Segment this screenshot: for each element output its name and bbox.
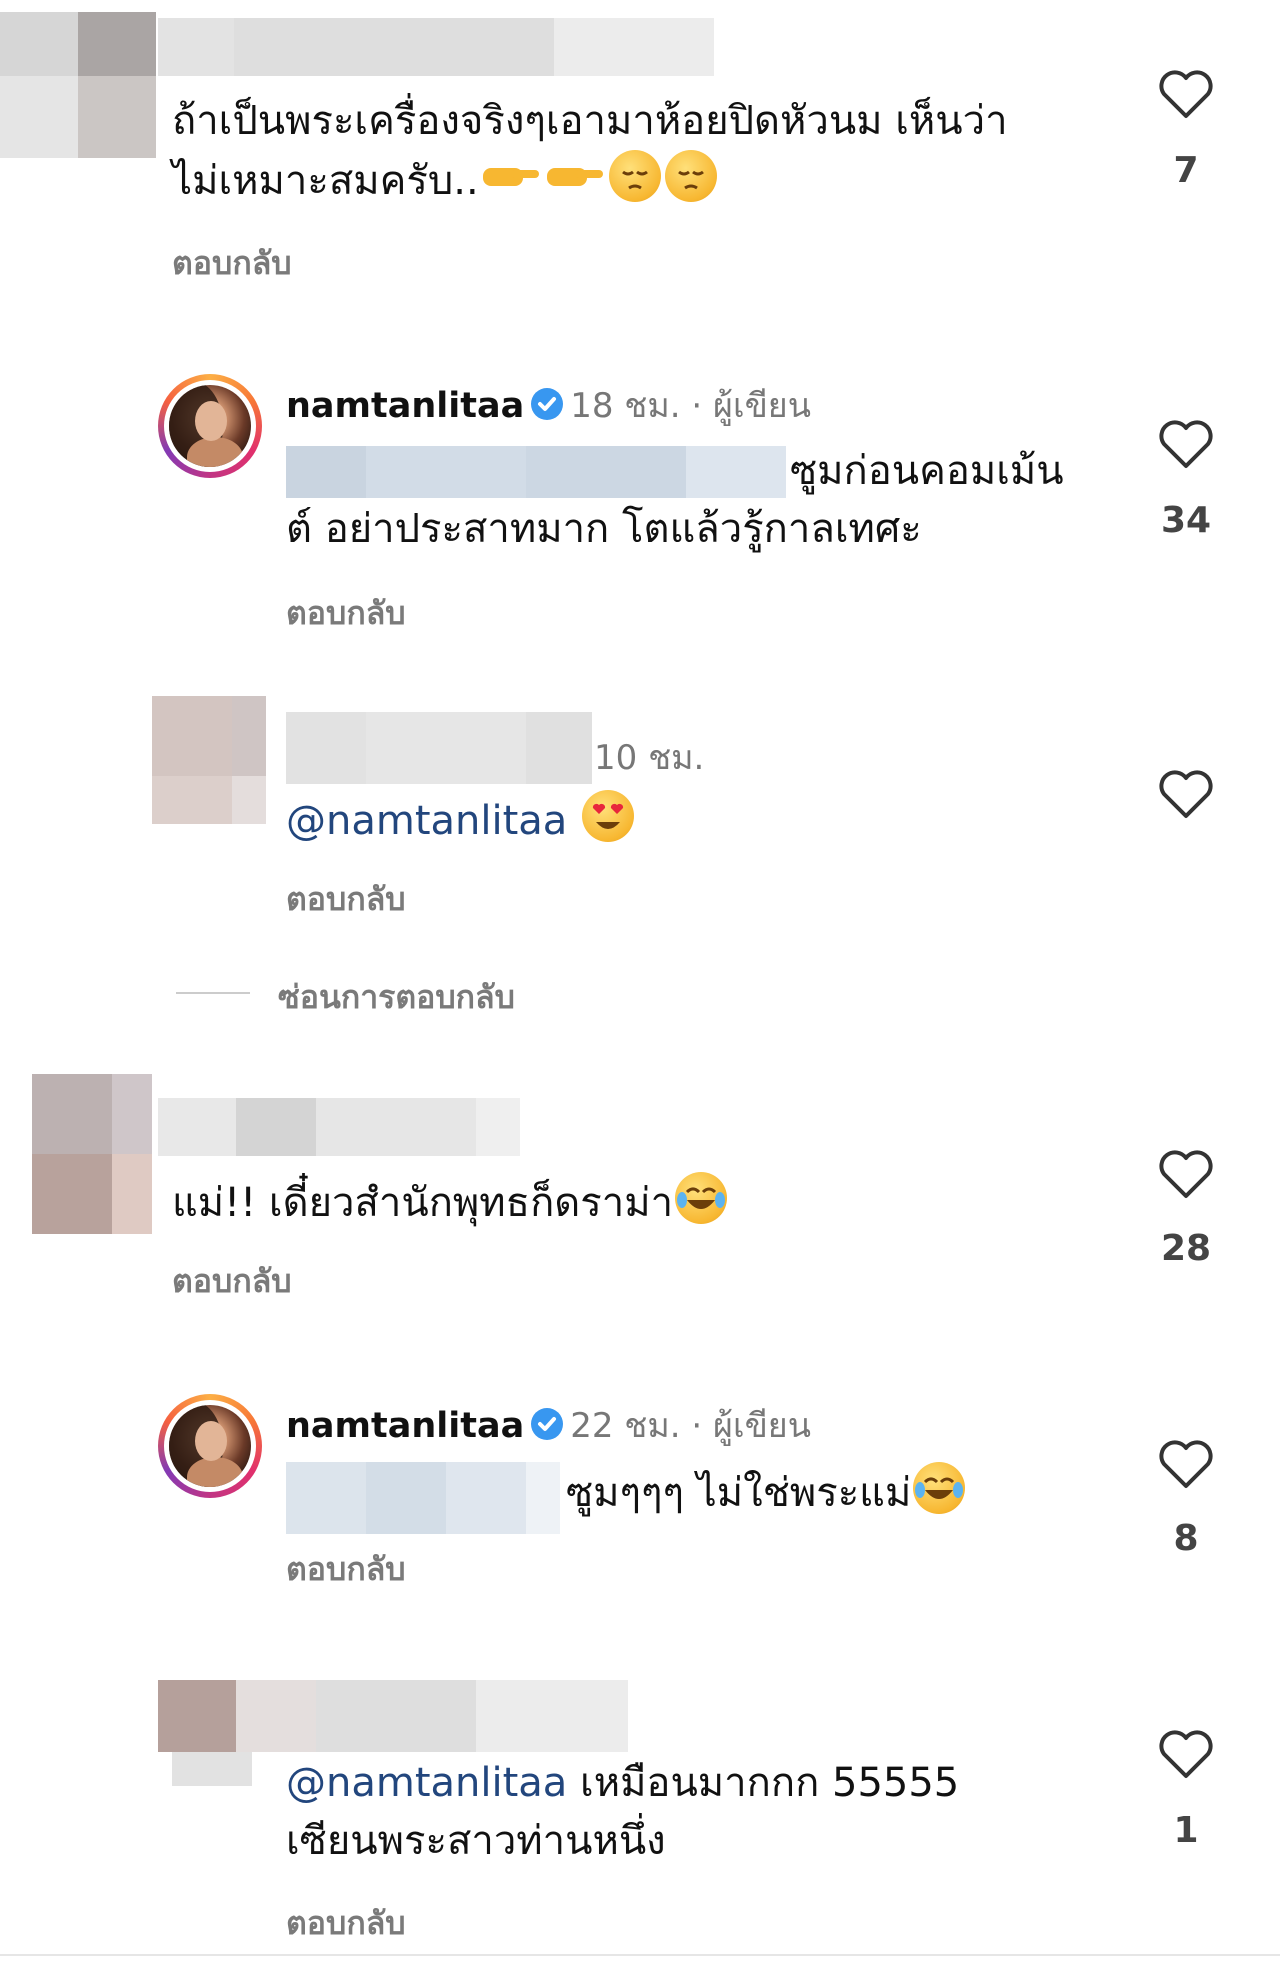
username[interactable]: namtanlitaa <box>286 386 524 426</box>
like-count: 8 <box>1173 1518 1199 1559</box>
divider <box>0 1954 1280 1956</box>
comment-text: ซูมๆๆๆ ไม่ใช่พระแม่ <box>566 1462 967 1522</box>
tears-of-joy-emoji <box>675 1172 728 1224</box>
like-count: 1 <box>1173 1810 1199 1851</box>
hide-replies-button[interactable]: ซ่อนการตอบกลับ <box>278 972 515 1023</box>
mention-link[interactable]: @namtanlitaa <box>286 1760 567 1806</box>
pensive-face-emoji <box>608 150 661 202</box>
like-count: 7 <box>1173 150 1199 191</box>
like-count: 34 <box>1160 500 1212 541</box>
reply-button[interactable]: ตอบกลับ <box>172 238 292 289</box>
comment-text-line2: ต์ อย่าประสาทมาก โตแล้วรู้กาลเทศะ <box>286 506 922 552</box>
pointing-hand-emoji <box>545 150 605 186</box>
reply-button[interactable]: ตอบกลับ <box>286 1898 406 1949</box>
verified-badge-icon <box>531 388 564 420</box>
comment-text: ถ้าเป็นพระเครื่องจริงๆเอามาห้อยปิดหัวนม … <box>172 98 1008 204</box>
heart-icon[interactable] <box>1158 1440 1214 1490</box>
hide-replies-line <box>176 992 250 994</box>
comment-text: @namtanlitaa <box>286 790 636 850</box>
comment-header: namtanlitaa 18 ชม. · ผู้เขียน <box>286 378 811 432</box>
comment-header: namtanlitaa 22 ชม. · ผู้เขียน <box>286 1398 811 1452</box>
avatar[interactable] <box>158 1394 262 1498</box>
reply-button[interactable]: ตอบกลับ <box>286 588 406 639</box>
comment-text: แม่!! เดี๋ยวสำนักพุทธก็ดราม่า <box>172 1172 729 1232</box>
tears-of-joy-emoji <box>913 1462 966 1514</box>
pensive-face-emoji <box>664 150 717 202</box>
reply-button[interactable]: ตอบกลับ <box>286 1544 406 1595</box>
username[interactable]: namtanlitaa <box>286 1406 524 1446</box>
reply-button[interactable]: ตอบกลับ <box>286 874 406 925</box>
reply-button[interactable]: ตอบกลับ <box>172 1256 292 1307</box>
heart-icon[interactable] <box>1158 70 1214 120</box>
mention-link[interactable]: @namtanlitaa <box>286 798 567 844</box>
comment-text: @namtanlitaa เหมือนมากกก 55555 เซียนพระส… <box>286 1760 960 1864</box>
heart-icon[interactable] <box>1158 770 1214 820</box>
pointing-hand-emoji <box>481 150 541 186</box>
timestamp: 10 ชม. <box>594 738 705 778</box>
avatar[interactable] <box>158 374 262 478</box>
verified-badge-icon <box>531 1408 564 1440</box>
timestamp: 18 ชม. · ผู้เขียน <box>570 386 811 426</box>
heart-icon[interactable] <box>1158 1150 1214 1200</box>
comment-text-line1: ซูมก่อนคอมเม้น <box>790 448 1064 494</box>
heart-icon[interactable] <box>1158 1730 1214 1780</box>
like-count: 28 <box>1160 1228 1212 1269</box>
timestamp: 22 ชม. · ผู้เขียน <box>570 1406 811 1446</box>
heart-icon[interactable] <box>1158 420 1214 470</box>
heart-eyes-emoji <box>582 790 635 842</box>
